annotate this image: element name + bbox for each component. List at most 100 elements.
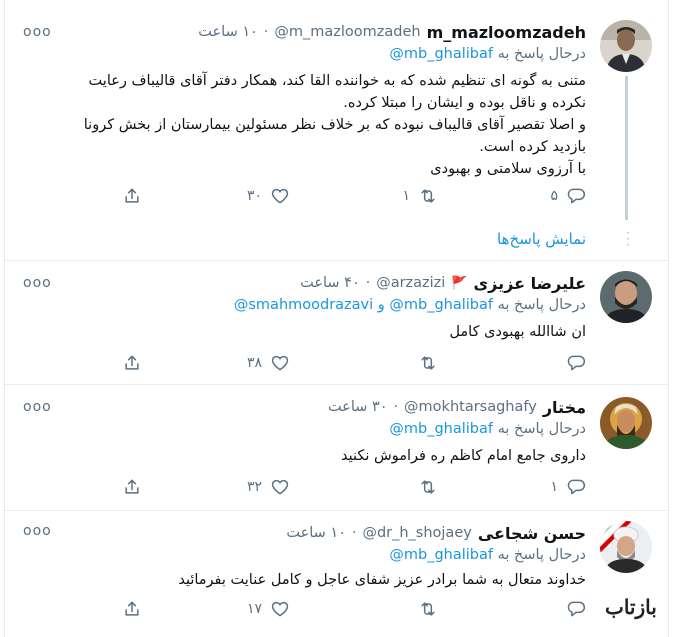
author-name[interactable]: m_mazloomzadeh <box>427 23 586 42</box>
separator-dot: · <box>263 24 269 40</box>
tweet-header: مختار @mokhtarsaghafy · ۳۰ ساعت <box>15 395 586 419</box>
tweet-text: داروی جامع امام کاظم ره فراموش نکنید <box>29 445 586 467</box>
avatar[interactable] <box>600 20 652 72</box>
tweet-header: m_mazloomzadeh @m_mazloomzadeh · ۱۰ ساعت <box>15 20 586 44</box>
more-options-icon[interactable]: ooo <box>23 24 52 40</box>
author-handle[interactable]: @mokhtarsaghafy <box>404 399 537 415</box>
avatar[interactable] <box>600 271 652 323</box>
tweet-actions: ۱۷ <box>25 599 586 623</box>
author-handle[interactable]: @arzazizi <box>376 275 445 291</box>
share-icon <box>125 188 139 203</box>
timestamp[interactable]: ۳۰ ساعت <box>328 399 388 415</box>
tweet-actions: ۱ ۳۲ <box>25 477 586 501</box>
replying-to: درحال پاسخ به @mb_ghalibaf <box>15 421 586 437</box>
separator-dot: · <box>393 399 399 415</box>
avatar-photo <box>600 397 652 449</box>
retweet-button[interactable] <box>410 477 438 497</box>
timestamp[interactable]: ۴۰ ساعت <box>300 275 360 291</box>
share-button[interactable] <box>122 477 142 497</box>
replying-to-label: درحال پاسخ به <box>497 297 586 313</box>
tweet-text-line: متنی به گونه ای تنظیم شده که به خواننده … <box>88 73 586 89</box>
like-count: ۳۰ <box>246 188 262 204</box>
reply-button[interactable] <box>558 353 586 373</box>
reply-mention-link[interactable]: @mb_ghalibaf <box>389 297 493 313</box>
tweet-4[interactable]: حسن شجاعی @dr_h_shojaey · ۱۰ ساعت ooo در… <box>5 510 668 637</box>
tweet-2[interactable]: علیرضا عزیزی 🚩 @arzazizi · ۴۰ ساعت ooo د… <box>5 260 668 382</box>
timestamp[interactable]: ۱۰ ساعت <box>198 24 258 40</box>
author-name[interactable]: حسن شجاعی <box>478 524 586 543</box>
avatar[interactable] <box>600 521 652 573</box>
tweet-text-line: ان شاالله بهبودی کامل <box>449 324 586 340</box>
avatar[interactable] <box>600 397 652 449</box>
retweet-count: ۱ <box>402 188 410 204</box>
heart-icon <box>271 479 289 495</box>
reply-mention-link[interactable]: @mb_ghalibaf <box>389 46 493 62</box>
reply-count: ۱ <box>550 479 558 495</box>
tweet-header: علیرضا عزیزی 🚩 @arzazizi · ۴۰ ساعت <box>15 271 586 295</box>
tweet-text-line: خداوند متعال به شما برادر عزیز شفای عاجل… <box>178 572 586 588</box>
reply-icon <box>567 355 586 371</box>
replying-to-label: درحال پاسخ به <box>497 547 586 563</box>
retweet-icon <box>421 480 435 494</box>
share-button[interactable] <box>122 186 142 206</box>
retweet-button[interactable] <box>410 599 438 619</box>
replying-to-label: درحال پاسخ به <box>497 421 586 437</box>
tweet-header: حسن شجاعی @dr_h_shojaey · ۱۰ ساعت <box>15 521 586 545</box>
show-replies-link[interactable]: نمایش پاسخ‌ها <box>497 230 586 248</box>
timestamp[interactable]: ۱۰ ساعت <box>286 525 346 541</box>
replying-to: درحال پاسخ به @mb_ghalibaf <box>15 46 586 62</box>
reply-mention-link[interactable]: @mb_ghalibaf <box>389 421 493 437</box>
reply-icon <box>567 479 586 495</box>
reply-button[interactable] <box>558 599 586 619</box>
like-button[interactable]: ۱۷ <box>247 599 290 619</box>
reply-count: ۵ <box>550 188 558 204</box>
tweet-text-line: با آرزوی سلامتی و بهبودی <box>430 161 586 177</box>
tweet-actions: ۳۸ <box>25 353 586 377</box>
reply-mention-link[interactable]: @mb_ghalibaf <box>389 547 493 563</box>
share-button[interactable] <box>122 599 142 619</box>
reply-button[interactable]: ۱ <box>550 477 586 497</box>
replying-to-label: درحال پاسخ به <box>497 46 586 62</box>
like-count: ۳۸ <box>246 355 262 371</box>
thread-dots-icon: · · · <box>626 226 630 252</box>
like-button[interactable]: ۳۲ <box>247 477 290 497</box>
tweet-text-line: و اصلا تقصیر آقای قالیباف نبوده که بر خل… <box>83 117 586 133</box>
more-options-icon[interactable]: ooo <box>23 399 52 415</box>
like-count: ۳۲ <box>246 479 262 495</box>
author-name[interactable]: علیرضا عزیزی <box>474 274 587 293</box>
replying-to: درحال پاسخ به @mb_ghalibaf <box>15 547 586 563</box>
share-button[interactable] <box>122 353 142 373</box>
tweet-text: متنی به گونه ای تنظیم شده که به خواننده … <box>29 70 586 180</box>
like-button[interactable]: ۳۰ <box>247 186 290 206</box>
reply-button[interactable]: ۵ <box>550 186 586 206</box>
heart-icon <box>271 601 289 617</box>
like-count: ۱۷ <box>246 601 262 617</box>
author-handle[interactable]: @m_mazloomzadeh <box>274 24 420 40</box>
retweet-icon <box>421 189 435 203</box>
avatar-photo <box>600 271 652 323</box>
heart-icon <box>271 355 289 371</box>
separator-dot: · <box>365 275 371 291</box>
tweet-actions: ۵ ۱ ۳۰ <box>25 186 586 210</box>
heart-icon <box>271 188 289 204</box>
more-options-icon[interactable]: ooo <box>23 275 52 291</box>
retweet-button[interactable]: ۱ <box>402 186 438 206</box>
tweet-text-line: داروی جامع امام کاظم ره فراموش نکنید <box>341 448 586 464</box>
retweet-icon <box>421 356 435 370</box>
avatar-photo <box>600 20 652 72</box>
tweet-text: ان شاالله بهبودی کامل <box>29 321 586 343</box>
tweet-1[interactable]: m_mazloomzadeh @m_mazloomzadeh · ۱۰ ساعت… <box>5 10 668 258</box>
retweet-button[interactable] <box>410 353 438 373</box>
reply-icon <box>567 601 586 617</box>
reply-icon <box>567 188 586 204</box>
replying-to: درحال پاسخ به @mb_ghalibaf و @smahmoodra… <box>15 297 586 313</box>
more-options-icon[interactable]: ooo <box>23 523 52 539</box>
tweet-text-line: بازدید کرده است. <box>479 139 586 155</box>
author-handle[interactable]: @dr_h_shojaey <box>362 525 471 541</box>
tweet-3[interactable]: مختار @mokhtarsaghafy · ۳۰ ساعت ooo درحا… <box>5 384 668 508</box>
timeline: m_mazloomzadeh @m_mazloomzadeh · ۱۰ ساعت… <box>0 0 679 637</box>
reply-mention-link-2[interactable]: @smahmoodrazavi <box>234 297 373 313</box>
tweet-text: خداوند متعال به شما برادر عزیز شفای عاجل… <box>29 569 586 591</box>
author-name[interactable]: مختار <box>543 398 586 417</box>
like-button[interactable]: ۳۸ <box>247 353 290 373</box>
